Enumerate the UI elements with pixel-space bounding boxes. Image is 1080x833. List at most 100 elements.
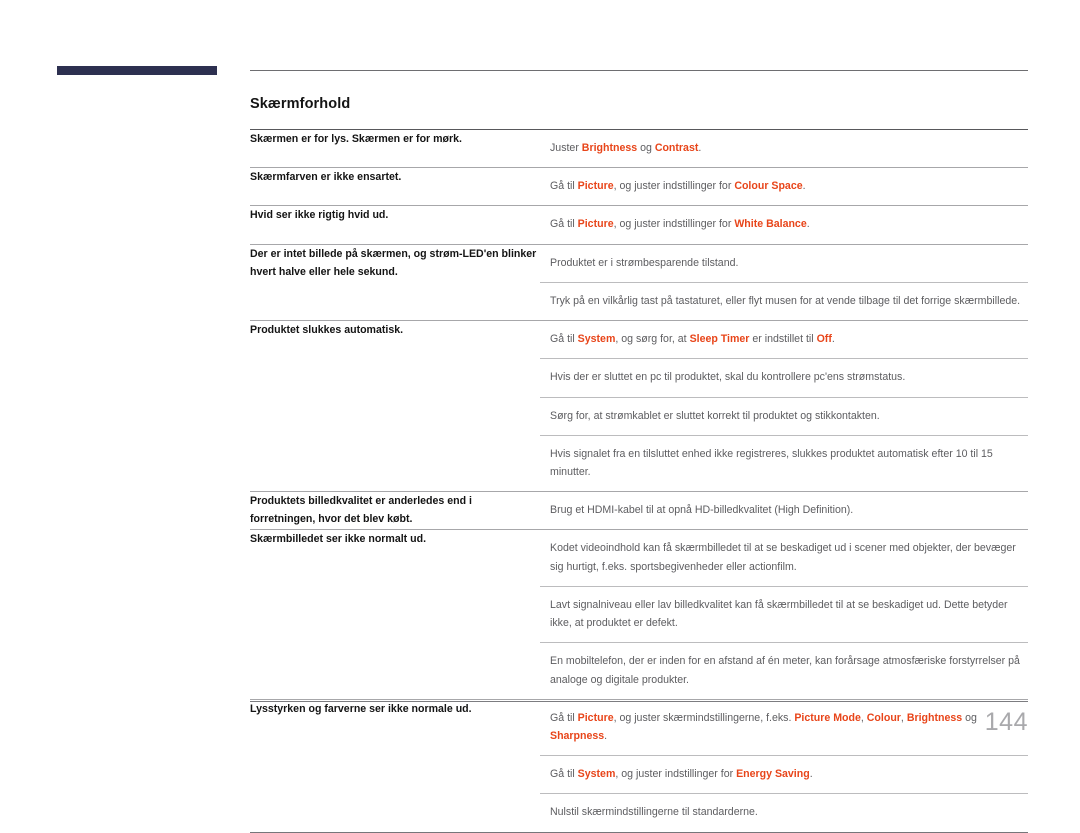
solution-text-run: Juster xyxy=(550,142,582,154)
solution-list: Kodet videoindhold kan få skærmbilledet … xyxy=(540,530,1028,698)
solution-row: En mobiltelefon, der er inden for en afs… xyxy=(540,643,1028,699)
solution-text: Brug et HDMI-kabel til at opnå HD-billed… xyxy=(540,492,1028,529)
symptom-cell: Skærmbilledet ser ikke normalt ud. xyxy=(250,529,540,700)
solution-text: Nulstil skærmindstillingerne til standar… xyxy=(540,794,1028,832)
menu-keyword: Picture xyxy=(577,218,614,231)
solution-text: Hvis der er sluttet en pc til produktet,… xyxy=(540,358,1028,398)
menu-keyword: System xyxy=(577,768,616,781)
solution-list: Gå til Picture, og juster indstillinger … xyxy=(540,206,1028,243)
menu-keyword: White Balance xyxy=(734,218,807,231)
solution-row: Gå til Picture, og juster indstillinger … xyxy=(540,168,1028,205)
table-row: Der er intet billede på skærmen, og strø… xyxy=(250,244,1028,322)
solution-row: Gå til System, og sørg for, at Sleep Tim… xyxy=(540,321,1028,360)
solution-row: Tryk på en vilkårlig tast på tastaturet,… xyxy=(540,282,1028,320)
solution-text-run: Brug et HDMI-kabel til at opnå HD-billed… xyxy=(550,504,854,517)
table-row: Skærmen er for lys. Skærmen er for mørk.… xyxy=(250,129,1028,169)
solution-text-run: Hvis signalet fra en tilsluttet enhed ik… xyxy=(550,447,993,478)
solution-text-run: Sørg for, at strømkablet er sluttet korr… xyxy=(550,409,880,422)
solution-text-run: er indstillet til xyxy=(749,333,817,346)
solution-text: Tryk på en vilkårlig tast på tastaturet,… xyxy=(540,282,1028,320)
solution-cell: Gå til Picture, og juster indstillinger … xyxy=(540,205,1028,245)
symptom-cell: Skærmfarven er ikke ensartet. xyxy=(250,167,540,207)
solution-text-run: , og sørg for, at xyxy=(615,333,690,346)
symptom-cell: Produktet slukkes automatisk. xyxy=(250,320,540,493)
solution-cell: Gå til Picture, og juster indstillinger … xyxy=(540,167,1028,207)
solution-list: Juster Brightness og Contrast. xyxy=(540,130,1028,167)
symptom-cell: Hvid ser ikke rigtig hvid ud. xyxy=(250,205,540,245)
menu-keyword: Picture xyxy=(577,180,614,193)
solution-row: Hvis der er sluttet en pc til produktet,… xyxy=(540,358,1028,398)
solution-text: Lavt signalniveau eller lav billedkvalit… xyxy=(540,586,1028,644)
symptom-cell: Der er intet billede på skærmen, og strø… xyxy=(250,244,540,322)
solution-row: Lavt signalniveau eller lav billedkvalit… xyxy=(540,586,1028,644)
solution-list: Gå til Picture, og juster indstillinger … xyxy=(540,168,1028,205)
solution-text-run: Tryk på en vilkårlig tast på tastaturet,… xyxy=(550,294,1021,307)
solution-text: Gå til System, og juster indstillinger f… xyxy=(540,755,1028,795)
page-title: Skærmforhold xyxy=(250,96,351,112)
solution-row: Produktet er i strømbesparende tilstand. xyxy=(540,244,1028,283)
solution-list: Brug et HDMI-kabel til at opnå HD-billed… xyxy=(540,492,1028,529)
page-number: 144 xyxy=(984,708,1028,736)
solution-text-run: Produktet er i strømbesparende tilstand. xyxy=(550,256,739,269)
menu-keyword: Off xyxy=(816,333,832,346)
solution-text-run: . xyxy=(802,180,806,193)
menu-keyword: Colour Space xyxy=(734,180,803,193)
page-header xyxy=(0,0,1080,86)
table-row: Produktets billedkvalitet er anderledes … xyxy=(250,491,1028,531)
solution-text-run: Nulstil skærmindstillingerne til standar… xyxy=(550,806,758,819)
solution-row: Nulstil skærmindstillingerne til standar… xyxy=(540,794,1028,832)
solution-text-run: . xyxy=(698,142,702,154)
solution-text: Sørg for, at strømkablet er sluttet korr… xyxy=(540,397,1028,436)
table-row: Produktet slukkes automatisk. Gå til Syst… xyxy=(250,320,1028,493)
solution-cell: Produktet er i strømbesparende tilstand.… xyxy=(540,244,1028,322)
solution-text-run: Gå til xyxy=(550,218,578,231)
solution-text-run: Kodet videoindhold kan få skærmbilledet … xyxy=(550,542,1016,573)
solution-text: Gå til System, og sørg for, at Sleep Tim… xyxy=(540,321,1028,360)
solution-text: Hvis signalet fra en tilsluttet enhed ik… xyxy=(540,435,1028,491)
solution-text-run: . xyxy=(831,333,835,346)
solution-text: Produktet er i strømbesparende tilstand. xyxy=(540,244,1028,283)
table-row: Hvid ser ikke rigtig hvid ud. Gå til Pict… xyxy=(250,205,1028,245)
solution-row: Hvis signalet fra en tilsluttet enhed ik… xyxy=(540,435,1028,491)
menu-keyword: Energy Saving xyxy=(736,768,810,781)
table-row: Skærmfarven er ikke ensartet. Gå til Pict… xyxy=(250,167,1028,207)
solution-row: Gå til System, og juster indstillinger f… xyxy=(540,755,1028,795)
header-divider-rule xyxy=(250,70,1028,71)
solution-cell: Brug et HDMI-kabel til at opnå HD-billed… xyxy=(540,491,1028,531)
table-row: Skærmbilledet ser ikke normalt ud. Kodet … xyxy=(250,529,1028,700)
solution-list: Gå til System, og sørg for, at Sleep Tim… xyxy=(540,321,1028,491)
solution-row: Sørg for, at strømkablet er sluttet korr… xyxy=(540,397,1028,436)
menu-keyword: Brightness xyxy=(581,142,638,154)
solution-row: Juster Brightness og Contrast. xyxy=(540,130,1028,167)
solution-text: Kodet videoindhold kan få skærmbilledet … xyxy=(540,530,1028,587)
menu-keyword: Contrast xyxy=(654,142,699,154)
solution-text-run: , og juster indstillinger for xyxy=(613,180,735,193)
solution-row: Kodet videoindhold kan få skærmbilledet … xyxy=(540,530,1028,587)
footer-divider-rule xyxy=(250,701,1028,702)
solution-text: Gå til Picture, og juster indstillinger … xyxy=(540,206,1028,243)
solution-text-run: Lavt signalniveau eller lav billedkvalit… xyxy=(550,598,1008,630)
solution-text-run: . xyxy=(806,218,810,231)
symptom-cell: Produktets billedkvalitet er anderledes … xyxy=(250,491,540,531)
solution-cell: Juster Brightness og Contrast. xyxy=(540,129,1028,169)
solution-cell: Gå til System, og sørg for, at Sleep Tim… xyxy=(540,320,1028,493)
solution-text-run: Gå til xyxy=(550,333,578,346)
solution-text-run: og xyxy=(637,142,655,154)
menu-keyword: System xyxy=(577,333,616,346)
solution-text: Juster Brightness og Contrast. xyxy=(540,130,1028,167)
solution-text-run: Gå til xyxy=(550,180,578,193)
solution-row: Gå til Picture, og juster indstillinger … xyxy=(540,206,1028,243)
solution-list: Produktet er i strømbesparende tilstand.… xyxy=(540,244,1028,320)
solution-row: Brug et HDMI-kabel til at opnå HD-billed… xyxy=(540,492,1028,529)
header-accent-bar xyxy=(57,66,217,75)
solution-text-run: , og juster indstillinger for xyxy=(615,768,737,781)
solution-text: En mobiltelefon, der er inden for en afs… xyxy=(540,643,1028,699)
solution-text-run: En mobiltelefon, der er inden for en afs… xyxy=(550,655,1020,686)
solution-text-run: , og juster indstillinger for xyxy=(613,218,735,231)
symptom-cell: Skærmen er for lys. Skærmen er for mørk. xyxy=(250,129,540,169)
solution-text: Gå til Picture, og juster indstillinger … xyxy=(540,168,1028,205)
solution-text-run: Hvis der er sluttet en pc til produktet,… xyxy=(550,371,906,384)
menu-keyword: Sleep Timer xyxy=(689,333,750,346)
solution-cell: Kodet videoindhold kan få skærmbilledet … xyxy=(540,529,1028,700)
solution-text-run: Gå til xyxy=(550,768,578,781)
